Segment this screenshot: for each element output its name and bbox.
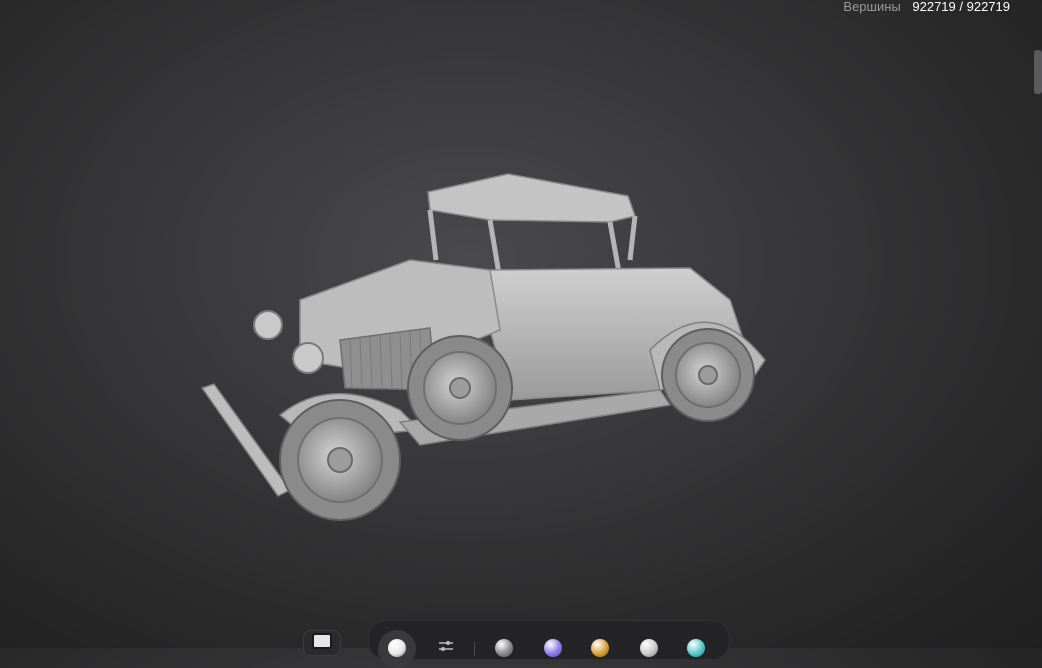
material-gray[interactable] [495,639,513,657]
toolbar-separator [474,642,475,656]
headlight-left [253,310,283,340]
car-model[interactable] [190,160,790,540]
material-white-clay[interactable] [388,639,406,657]
vertex-counter: Вершины 922719 / 922719 [843,0,1010,16]
view-mode-button[interactable] [303,630,341,656]
material-cyan[interactable] [687,639,705,657]
material-toolbar [368,620,730,668]
headlight-right [292,342,324,374]
material-blue-purple[interactable] [544,639,562,657]
vertex-counter-label: Вершины [843,0,901,14]
3d-viewport[interactable]: Вершины 922719 / 922719 [0,0,1042,668]
car-roof [427,173,636,223]
scrollbar[interactable] [1034,50,1042,94]
wheel-front-right [407,335,513,441]
material-chrome[interactable] [640,639,658,657]
front-bumper [200,383,292,497]
material-gold[interactable] [591,639,609,657]
wheel-front-left [279,399,401,521]
view-mode-icon [312,633,332,649]
wheel-rear [661,328,755,422]
sliders-icon[interactable] [438,640,454,652]
vertex-counter-value: 922719 / 922719 [912,0,1010,14]
